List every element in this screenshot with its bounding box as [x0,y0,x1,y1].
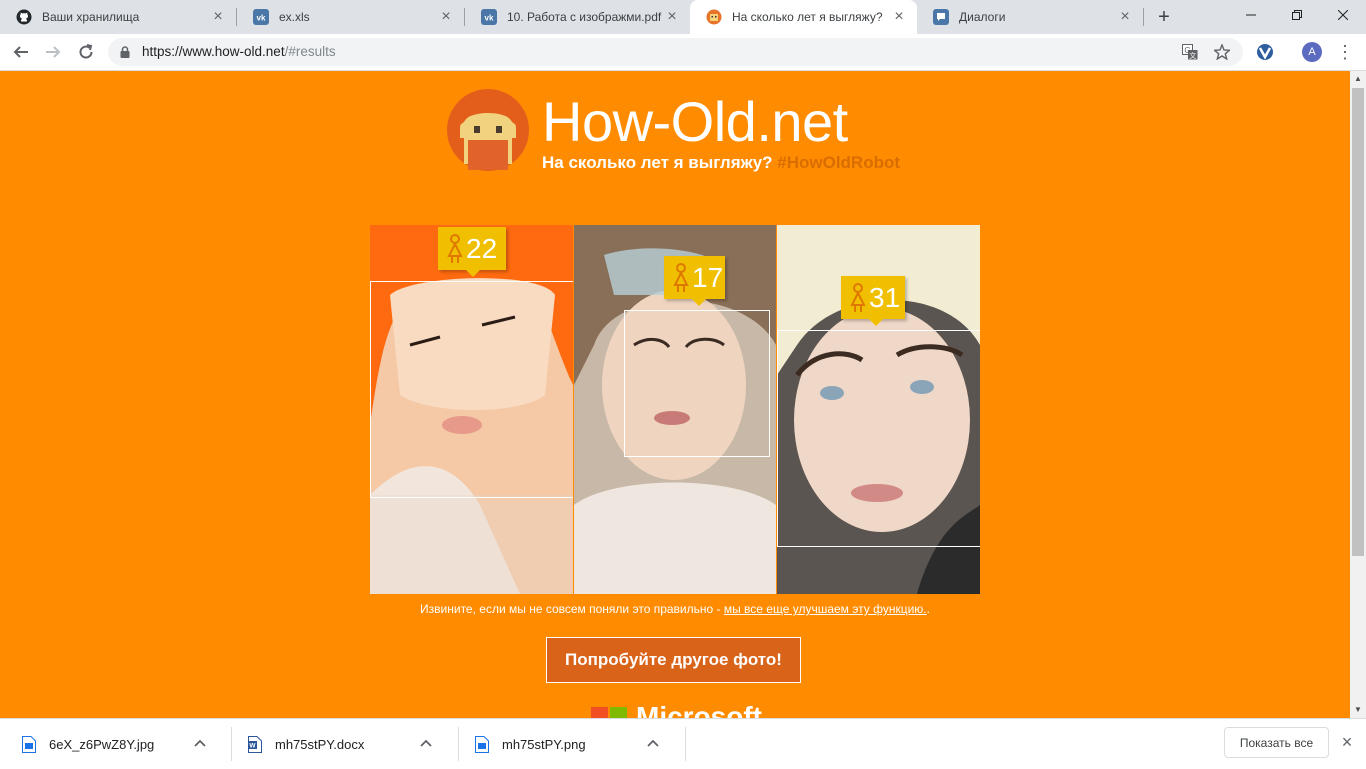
bookmark-star-icon[interactable] [1213,43,1231,61]
robot-face-logo-icon [447,89,529,171]
female-person-icon [850,282,866,312]
page-subtitle: На сколько лет я выгляжу? #HowOldRobot [542,153,900,173]
chevron-up-icon[interactable] [646,737,660,751]
chevron-up-icon[interactable] [193,737,207,751]
restore-button[interactable] [1274,0,1320,30]
close-tab-icon[interactable]: × [210,9,226,25]
tab-pdf[interactable]: vk 10. Работа с изображми.pdf × [465,0,690,34]
svg-text:vk: vk [257,14,266,23]
tab-label: ex.xls [279,10,310,24]
show-all-downloads-button[interactable]: Показать все [1224,727,1329,758]
tab-divider [1143,8,1144,26]
arrow-left-icon [13,46,28,58]
age-value: 31 [869,281,901,313]
url-text: https://www.how-old.net/#results [142,44,336,59]
extension-icon[interactable] [1254,41,1276,63]
age-value: 17 [692,261,724,293]
avatar[interactable]: A [1302,42,1322,62]
minimize-button[interactable] [1228,0,1274,30]
tab-label: На сколько лет я выгляжу? [732,10,883,24]
close-icon [1338,10,1348,20]
translate-icon[interactable]: G文 [1181,43,1199,61]
svg-text:文: 文 [1189,51,1196,60]
microsoft-brand-text: Microsoft [636,701,762,718]
tab-how-old[interactable]: На сколько лет я выгляжу? × [690,0,917,34]
age-value: 22 [466,232,498,264]
reload-button[interactable] [74,40,98,64]
result-photo-2: 17 [574,225,776,594]
download-filename: 6eX_z6PwZ8Y.jpg [49,736,155,752]
github-icon [16,9,32,25]
download-item[interactable]: mh75stPY.png [453,719,660,769]
image-file-icon [475,735,489,753]
reload-icon [79,44,93,59]
scrollbar-thumb[interactable] [1352,88,1364,556]
menu-icon[interactable]: ⋮ [1336,41,1354,63]
tab-dialogs[interactable]: Диалоги × [917,0,1143,34]
download-bar: 6eX_z6PwZ8Y.jpg W mh75stPY.docx mh75stPY… [0,718,1366,769]
tab-strip: Ваши хранилища × vk ex.xls × vk 10. Рабо… [0,0,1366,34]
back-button[interactable] [9,40,33,64]
scroll-down-icon[interactable]: ▼ [1350,702,1366,718]
page-content: How-Old.net На сколько лет я выгляжу? #H… [0,71,1350,718]
word-file-icon: W [248,735,262,753]
tab-label: Ваши хранилища [42,10,140,24]
face-detection-box [624,310,770,457]
close-icon[interactable]: × [1338,733,1356,751]
url-host: https://www.how-old.net [142,44,285,59]
tab-label: 10. Работа с изображми.pdf [507,10,662,24]
tab-ex-xls[interactable]: vk ex.xls × [237,0,464,34]
download-filename: mh75stPY.png [502,736,586,752]
apology-text: Извините, если мы не совсем поняли это п… [0,602,1350,616]
try-another-photo-button[interactable]: Попробуйте другое фото! [546,637,801,683]
lock-icon [120,46,130,58]
url-path: /#results [284,44,336,59]
download-divider [685,727,686,761]
download-item[interactable]: W mh75stPY.docx [226,719,433,769]
address-bar[interactable]: https://www.how-old.net/#results G文 [108,38,1243,66]
face-detection-box [777,330,980,547]
apology-end: . [926,602,930,616]
tab-github[interactable]: Ваши хранилища × [0,0,236,34]
age-tag: 17 [664,256,725,306]
female-person-icon [673,262,689,292]
dialog-icon [933,9,949,25]
how-old-icon [706,9,722,25]
svg-text:vk: vk [485,14,494,23]
apology-message: Извините, если мы не совсем поняли это п… [420,602,724,616]
improving-feature-link[interactable]: мы все еще улучшаем эту функцию. [724,602,927,616]
vk-icon: vk [253,9,269,25]
arrow-right-icon [46,46,61,58]
close-tab-icon[interactable]: × [891,9,907,25]
subtitle-text: На сколько лет я выгляжу? [542,153,773,172]
page-scrollbar[interactable]: ▲ ▼ [1350,71,1366,718]
svg-text:W: W [249,742,256,749]
minimize-icon [1246,14,1256,16]
download-item[interactable]: 6eX_z6PwZ8Y.jpg [0,719,207,769]
close-tab-icon[interactable]: × [664,9,680,25]
age-tag: 31 [841,276,905,326]
result-photo-strip: 22 17 31 [370,225,980,594]
female-person-icon [447,233,463,263]
close-tab-icon[interactable]: × [1117,9,1133,25]
tab-label: Диалоги [959,10,1006,24]
chevron-up-icon[interactable] [419,737,433,751]
download-filename: mh75stPY.docx [275,736,365,752]
scroll-up-icon[interactable]: ▲ [1350,71,1366,87]
hashtag-link[interactable]: #HowOldRobot [777,153,900,172]
age-tag: 22 [438,227,506,277]
image-file-icon [22,735,36,753]
face-detection-box [370,281,573,498]
page-title: How-Old.net [542,90,848,153]
restore-icon [1292,10,1302,20]
vk-icon: vk [481,9,497,25]
result-photo-1: 22 [370,225,573,594]
close-tab-icon[interactable]: × [438,9,454,25]
result-photo-3: 31 [777,225,980,594]
microsoft-logo-icon [591,707,627,718]
new-tab-button[interactable]: + [1152,5,1176,29]
forward-button[interactable] [41,40,65,64]
close-window-button[interactable] [1320,0,1366,30]
browser-toolbar: https://www.how-old.net/#results G文 A ⋮ [0,34,1366,71]
